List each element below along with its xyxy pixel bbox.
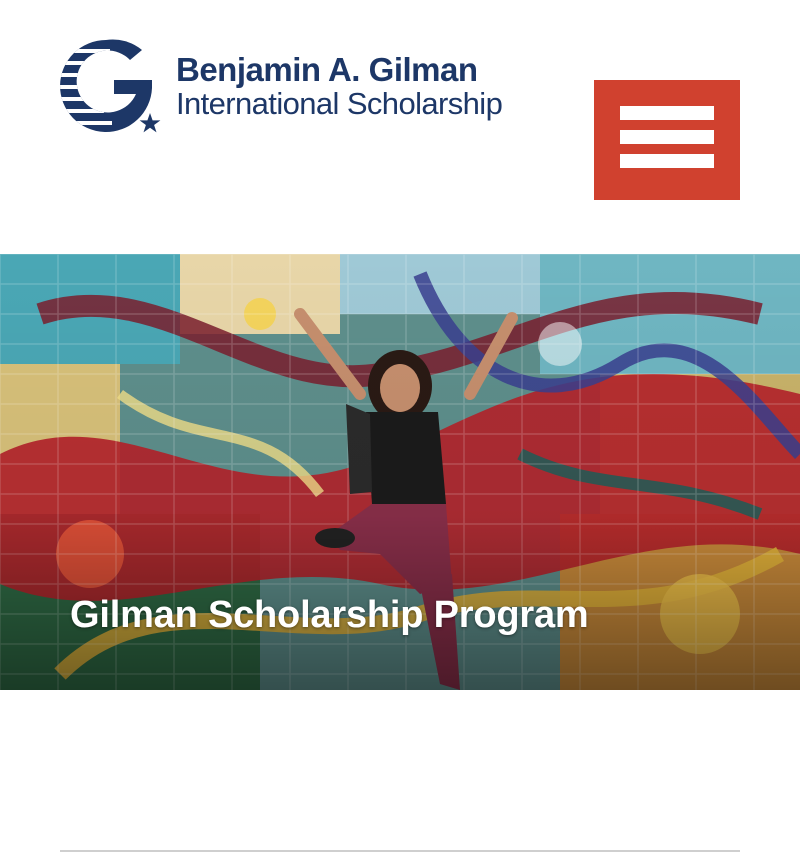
gilman-g-star-logo-icon <box>60 39 161 133</box>
section-divider <box>60 850 740 852</box>
menu-button[interactable] <box>594 80 740 200</box>
hamburger-menu-icon <box>620 106 714 168</box>
site-logo-link[interactable]: Benjamin A. Gilman International Scholar… <box>58 38 503 134</box>
logo-subtitle: International Scholarship <box>176 86 503 121</box>
page: Benjamin A. Gilman International Scholar… <box>0 0 800 854</box>
site-header: Benjamin A. Gilman International Scholar… <box>0 0 800 254</box>
hero-banner: Gilman Scholarship Program <box>0 254 800 690</box>
hero-title: Gilman Scholarship Program <box>70 594 589 636</box>
logo-wordmark: Benjamin A. Gilman International Scholar… <box>176 51 503 121</box>
star-icon <box>139 113 161 133</box>
logo-title: Benjamin A. Gilman <box>176 51 478 88</box>
